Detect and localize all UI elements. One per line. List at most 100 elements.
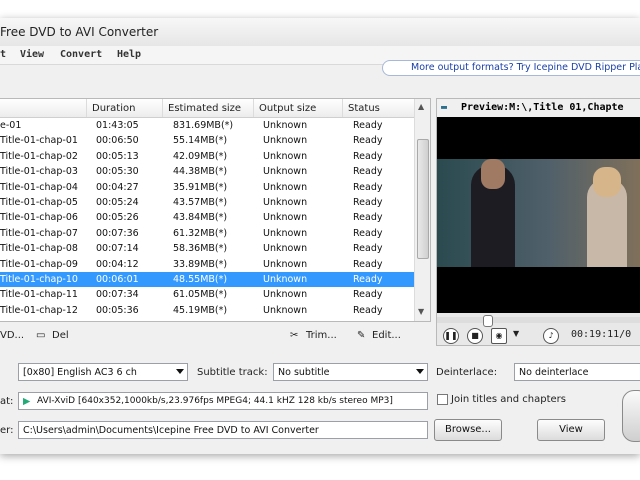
row-output-size: Unknown xyxy=(263,304,308,316)
table-row[interactable]: Title-01-chap-12 00:05:36 45.19MB(*) Unknow… xyxy=(0,303,414,318)
output-folder-label: er: xyxy=(0,425,14,436)
row-duration: 00:05:30 xyxy=(96,166,139,178)
table-row[interactable]: Title-01-chap-08 00:07:14 58.36MB(*) Unknow… xyxy=(0,241,414,256)
list-scrollbar[interactable]: ▲ ▼ xyxy=(414,99,430,321)
audio-track-select[interactable]: [0x80] English AC3 6 ch xyxy=(18,363,188,381)
view-button[interactable]: View xyxy=(537,419,605,441)
promo-text[interactable]: More output formats? Try Icepine DVD Rip… xyxy=(411,62,640,73)
trim-button[interactable]: Trim... xyxy=(306,330,337,341)
preview-panel: ▬ Preview:M:\,Title 01,Chapte ❚❚ ■ ◉ ▼ ♪… xyxy=(436,98,640,346)
stop-icon[interactable]: ■ xyxy=(467,328,483,344)
volume-icon[interactable]: ♪ xyxy=(543,328,559,344)
row-status: Ready xyxy=(353,197,383,208)
row-output-size: Unknown xyxy=(263,120,308,131)
dvd-button[interactable]: VD... xyxy=(0,330,24,341)
browse-button[interactable]: Browse... xyxy=(434,419,502,441)
menu-item-view[interactable]: View xyxy=(20,49,44,60)
row-status: Ready xyxy=(353,243,383,255)
snapshot-icon[interactable]: ◉ xyxy=(491,328,507,344)
row-status: Ready xyxy=(353,135,383,147)
row-duration: 00:04:27 xyxy=(96,181,139,193)
deinterlace-select[interactable]: No deinterlace xyxy=(514,363,640,381)
table-row[interactable]: Title-01-chap-03 00:05:30 44.38MB(*) Unknow… xyxy=(0,164,414,179)
row-name: Title-01-chap-07 xyxy=(0,227,78,239)
row-duration: 00:07:14 xyxy=(96,243,139,255)
menu-item-t[interactable]: t xyxy=(0,49,6,60)
col-duration[interactable]: Duration xyxy=(92,103,135,114)
col-estimated-size[interactable]: Estimated size xyxy=(168,103,241,114)
subtitle-value: No subtitle xyxy=(278,367,330,378)
row-duration: 00:06:50 xyxy=(96,135,139,147)
row-name: Title-01-chap-01 xyxy=(0,135,78,147)
monitor-icon: ▬ xyxy=(441,102,448,113)
table-row[interactable]: Title-01-chap-07 00:07:36 61.32MB(*) Unknow… xyxy=(0,226,414,241)
row-estimated-size: 48.55MB(*) xyxy=(173,274,228,285)
row-output-size: Unknown xyxy=(263,227,308,239)
format-value: AVI-XviD [640x352,1000kb/s,23.976fps MPE… xyxy=(37,396,393,406)
table-row[interactable]: Title-01-chap-09 00:04:12 33.89MB(*) Unknow… xyxy=(0,257,414,272)
row-output-size: Unknown xyxy=(263,243,308,255)
video-screen[interactable] xyxy=(437,117,640,313)
row-name: Title-01-chap-06 xyxy=(0,212,78,224)
table-row[interactable]: Title-01-chap-05 00:05:24 43.57MB(*) Unknow… xyxy=(0,195,414,210)
row-name: e-01 xyxy=(0,120,22,131)
output-folder-value: C:\Users\admin\Documents\Icepine Free DV… xyxy=(23,425,319,436)
row-estimated-size: 55.14MB(*) xyxy=(173,135,228,147)
row-output-size: Unknown xyxy=(263,135,308,147)
delete-icon[interactable]: ▭ xyxy=(36,330,45,341)
edit-icon[interactable]: ✎ xyxy=(357,330,365,341)
scroll-down-icon[interactable]: ▼ xyxy=(418,307,424,316)
row-status: Ready xyxy=(353,274,383,285)
format-label: at: xyxy=(0,396,14,407)
seek-bar[interactable] xyxy=(437,315,640,327)
edit-button[interactable]: Edit... xyxy=(372,330,401,341)
scroll-up-icon[interactable]: ▲ xyxy=(418,102,424,111)
chevron-down-icon[interactable]: ▼ xyxy=(513,329,519,338)
table-row[interactable]: e-01 01:43:05 831.69MB(*) Unknown Ready xyxy=(0,118,414,133)
row-name: Title-01-chap-02 xyxy=(0,150,78,162)
row-name: Title-01-chap-11 xyxy=(0,289,78,301)
format-select[interactable]: ▶ AVI-XviD [640x352,1000kb/s,23.976fps M… xyxy=(18,392,428,410)
table-row[interactable]: Title-01-chap-01 00:06:50 55.14MB(*) Unknow… xyxy=(0,133,414,148)
col-status[interactable]: Status xyxy=(348,103,380,114)
join-checkbox[interactable] xyxy=(437,394,448,405)
row-name: Title-01-chap-03 xyxy=(0,166,78,178)
preview-title-bar: ▬ Preview:M:\,Title 01,Chapte xyxy=(437,99,640,118)
table-row[interactable]: Title-01-chap-06 00:05:26 43.84MB(*) Unknow… xyxy=(0,210,414,225)
row-duration: 00:05:24 xyxy=(96,197,139,208)
delete-button[interactable]: Del xyxy=(52,330,69,341)
row-output-size: Unknown xyxy=(263,212,308,224)
convert-button[interactable] xyxy=(622,390,640,442)
join-label: Join titles and chapters xyxy=(451,394,566,405)
row-duration: 00:07:36 xyxy=(96,227,139,239)
row-output-size: Unknown xyxy=(263,166,308,178)
row-output-size: Unknown xyxy=(263,289,308,301)
promo-link[interactable]: More output formats? Try Icepine DVD Rip… xyxy=(382,60,640,76)
row-duration: 00:05:36 xyxy=(96,304,139,316)
output-folder-input[interactable]: C:\Users\admin\Documents\Icepine Free DV… xyxy=(18,421,428,439)
scroll-thumb[interactable] xyxy=(417,139,429,259)
row-duration: 00:05:26 xyxy=(96,212,139,224)
subtitle-select[interactable]: No subtitle xyxy=(273,363,428,381)
preview-title: Preview:M:\,Title 01,Chapte xyxy=(461,102,624,113)
table-row[interactable]: Title-01-chap-04 00:04:27 35.91MB(*) Unknow… xyxy=(0,180,414,195)
row-duration: 00:05:13 xyxy=(96,150,139,162)
col-output-size[interactable]: Output size xyxy=(259,103,316,114)
table-row[interactable]: Title-01-chap-11 00:07:34 61.05MB(*) Unknow… xyxy=(0,287,414,302)
pause-icon[interactable]: ❚❚ xyxy=(443,328,459,344)
video-frame xyxy=(437,159,640,267)
time-readout: 00:19:11/0 xyxy=(571,329,632,340)
row-duration: 01:43:05 xyxy=(96,120,139,131)
row-estimated-size: 61.32MB(*) xyxy=(173,227,228,239)
row-duration: 00:07:34 xyxy=(96,289,139,301)
row-estimated-size: 33.89MB(*) xyxy=(173,258,228,270)
list-header: Duration Estimated size Output size Stat… xyxy=(0,99,414,118)
menu-item-help[interactable]: Help xyxy=(117,49,141,60)
table-row[interactable]: Title-01-chap-02 00:05:13 42.09MB(*) Unknow… xyxy=(0,149,414,164)
chevron-down-icon xyxy=(176,369,184,374)
row-duration: 00:04:12 xyxy=(96,258,139,270)
table-row[interactable]: Title-01-chap-10 00:06:01 48.55MB(*) Unknow… xyxy=(0,272,414,287)
row-output-size: Unknown xyxy=(263,274,308,285)
menu-item-convert[interactable]: Convert xyxy=(60,49,102,60)
scissors-icon[interactable]: ✂ xyxy=(290,330,298,341)
